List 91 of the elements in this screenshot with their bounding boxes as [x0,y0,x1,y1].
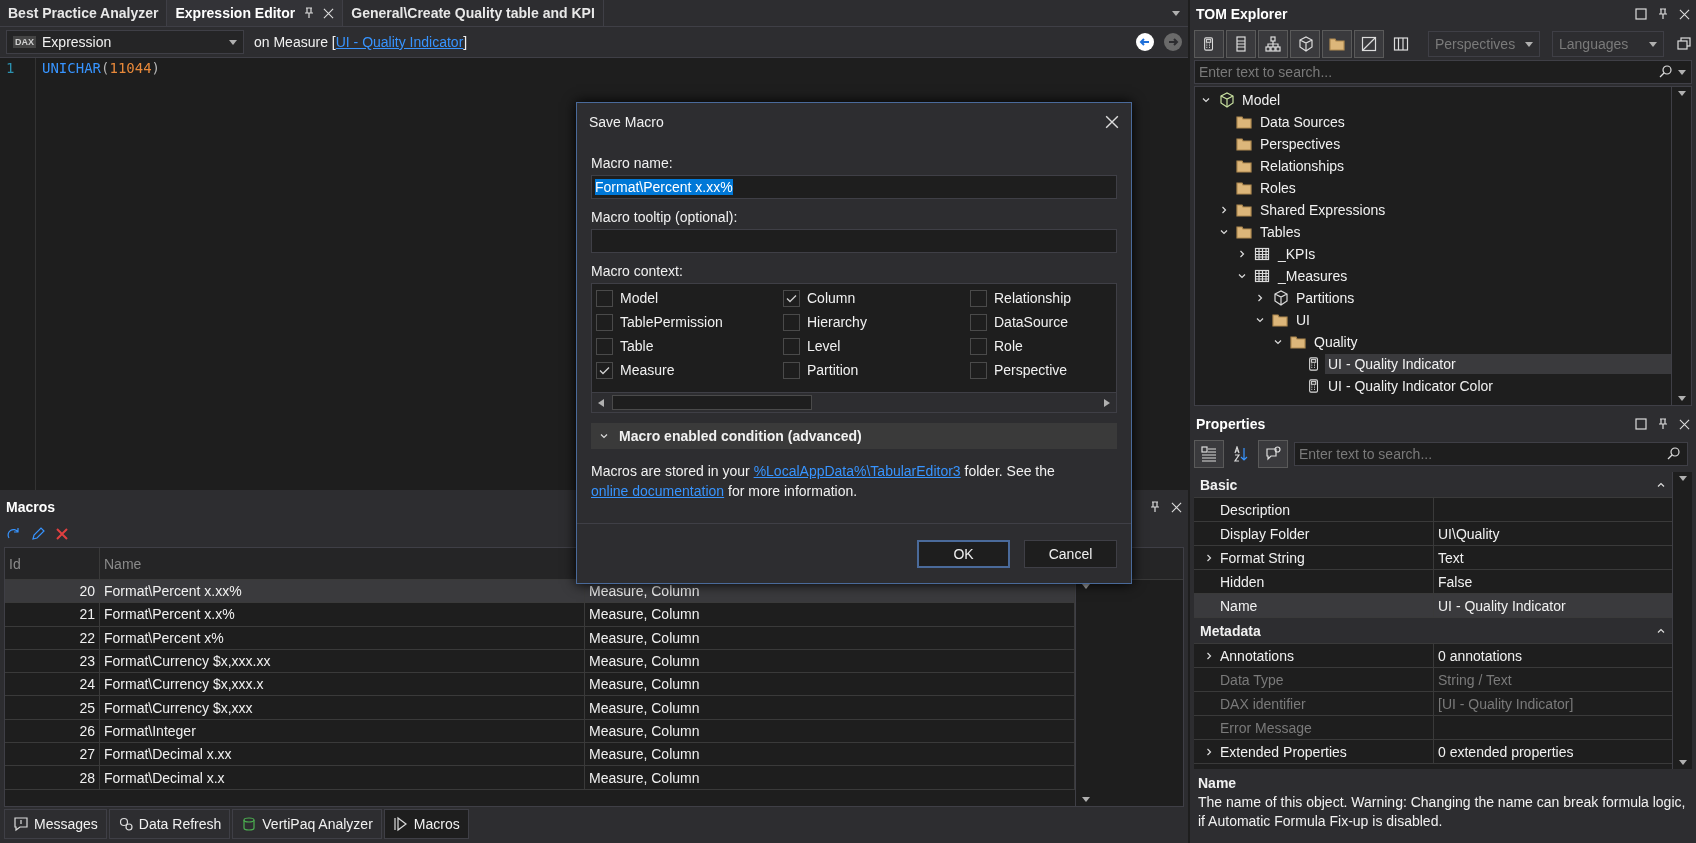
table-cell: 22 [5,626,100,649]
tree-item[interactable]: UI [1293,310,1313,330]
property-name: Display Folder [1220,525,1310,542]
column-header[interactable]: Id [5,548,100,579]
checkbox-label: Partition [807,362,859,378]
info-text: Macros are stored in your %LocalAppData%\TabularEditor3 folder. See the online documentation for more information. [591,462,1056,501]
checkbox-label: Role [994,338,1023,354]
checkbox-label: Model [620,290,659,306]
line-number: 1 [6,60,16,76]
table-cell: Format\Currency $x,xxx.x [100,673,585,696]
search-field[interactable]: Enter text to search... [1194,60,1692,84]
property-value: 0 extended properties [1438,743,1574,760]
folder-link[interactable]: %LocalAppData%\TabularEditor3 [753,463,961,479]
checkbox-label: Perspective [994,362,1068,378]
tree-item[interactable]: Perspectives [1257,134,1344,154]
table-cell: 21 [5,603,100,626]
table-cell: 20 [5,580,100,603]
dialog-title: Save Macro [589,114,665,130]
name-field[interactable]: Format\Percent x.xx% [591,175,1117,199]
property-name: Error Message [1220,719,1312,736]
section-title: Basic [1200,476,1238,493]
tree-item[interactable]: _KPIs [1275,244,1319,264]
property-name: Format String [1220,549,1305,566]
tree-item[interactable]: Roles [1257,178,1299,198]
table-cell: Format\Currency $x,xxx [100,696,585,719]
checkbox-label: Hierarchy [807,314,867,330]
cancel-button[interactable]: Cancel [1024,539,1117,568]
document-tab[interactable]: Expression Editor [167,0,344,26]
tree-item[interactable]: Quality [1311,332,1361,352]
tree-item[interactable]: UI - Quality Indicator [1325,354,1671,374]
tree-item[interactable]: UI - Quality Indicator Color [1325,376,1496,396]
code-line: UNICHAR(11044) [42,60,161,76]
context-label: on Measure [UI - Quality Indicator] [254,34,468,50]
description-title: Name [1198,775,1238,791]
panel-title: TOM Explorer [1196,6,1288,22]
property-name: Extended Properties [1220,743,1347,760]
section-title: Metadata [1200,622,1261,639]
property-value: Text [1438,549,1464,566]
checkbox-label: Relationship [994,290,1072,306]
panel-title: Properties [1196,416,1266,432]
tree-item[interactable]: Tables [1257,222,1304,242]
property-value: UI - Quality Indicator [1438,597,1566,614]
table-cell: 27 [5,743,100,766]
table-cell: Format\Percent x.x% [100,603,585,626]
condition-section-header[interactable]: Macro enabled condition (advanced) [591,423,1117,449]
field-label: Macro context: [591,263,684,279]
checkbox-label: TablePermission [620,314,723,330]
property-value: [UI - Quality Indicator] [1438,695,1574,712]
table-cell: Format\Integer [100,719,585,743]
folder-link[interactable]: online documentation [591,483,725,499]
ok-button[interactable]: OK [917,539,1010,568]
checkbox-label: Table [620,338,654,354]
tree-item[interactable]: Partitions [1293,288,1358,308]
property-value: 0 annotations [1438,647,1523,664]
property-value: False [1438,573,1473,590]
checkbox-label: DataSource [994,314,1068,330]
panel-tab[interactable]: VertiPaq Analyzer [232,809,382,839]
field-label: Macro name: [591,155,674,171]
panel-tab[interactable]: Macros [383,809,469,839]
checkbox-label: Level [807,338,841,354]
tree-item[interactable]: _Measures [1275,266,1351,286]
table-cell: Format\Decimal x.xx [100,743,585,766]
tree-item[interactable]: Model [1239,90,1284,110]
table-cell: 28 [5,766,100,789]
table-cell: 25 [5,696,100,719]
property-value: UI\Quality [1438,525,1500,542]
property-dropdown[interactable]: DAX Expression [6,30,244,54]
property-name: Name [1220,597,1258,614]
table-cell: 26 [5,719,100,743]
table-cell: 23 [5,649,100,673]
field-label: Macro tooltip (optional): [591,209,739,225]
panel-tab[interactable]: Messages [4,809,107,839]
property-name: Annotations [1220,647,1294,664]
checkbox-label: Column [807,290,856,306]
table-cell: 24 [5,673,100,696]
property-name: Hidden [1220,573,1265,590]
checkbox-label: Measure [620,362,675,378]
property-name: DAX identifier [1220,695,1306,712]
description-text: The name of this object. Warning: Changing the name can break formula logic, if Automatic Formula Fix-up is disabled. [1198,793,1687,831]
panel-title: Macros [6,499,56,515]
tree-item[interactable]: Data Sources [1257,112,1348,132]
table-cell: Format\Currency $x,xxx.xx [100,649,585,673]
table-cell: Format\Percent x% [100,626,585,649]
table-cell: Format\Decimal x.x [100,766,585,789]
tree-item[interactable]: Relationships [1257,156,1348,176]
property-name: Data Type [1220,671,1284,688]
panel-tab[interactable]: Data Refresh [108,809,231,839]
property-value: String / Text [1438,671,1512,688]
tree-item[interactable]: Shared Expressions [1257,200,1389,220]
property-name: Description [1220,501,1291,518]
search-field[interactable]: Enter text to search... [1294,442,1688,466]
